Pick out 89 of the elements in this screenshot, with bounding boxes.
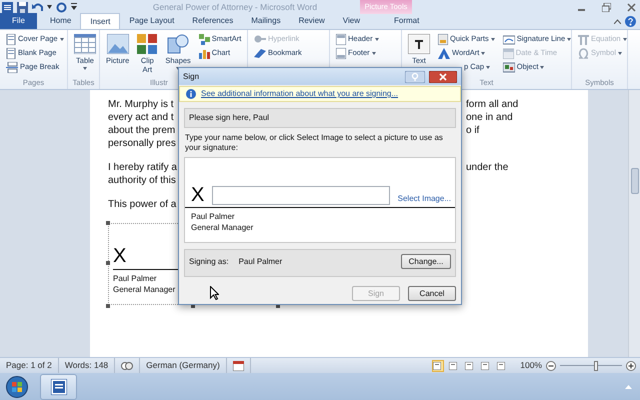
signer-name: Paul Palmer <box>113 274 157 283</box>
view-icon <box>497 362 506 370</box>
word-app-icon[interactable] <box>2 2 13 12</box>
body-text: form all and <box>466 98 518 111</box>
symbol-icon <box>578 48 589 58</box>
mouse-pointer-icon <box>210 286 219 300</box>
close-icon[interactable] <box>429 70 457 82</box>
hyperlink-icon <box>254 34 266 44</box>
vertical-scrollbar[interactable] <box>628 90 640 357</box>
calendar-icon <box>502 48 514 58</box>
body-text: I hereby ratify a <box>108 162 177 173</box>
prompt-text: Type your name below, or click Select Image to select a picture to use as your signature: <box>185 133 443 152</box>
ribbon-tab[interactable]: Mailings <box>242 13 290 29</box>
shapes-icon <box>167 34 190 54</box>
wordart-icon <box>438 48 450 58</box>
page-icon <box>6 34 16 44</box>
page-icon <box>6 48 16 58</box>
save-icon[interactable] <box>17 2 28 12</box>
view-icon <box>481 362 490 370</box>
page-break-icon <box>6 62 18 72</box>
ribbon-tab[interactable]: File <box>0 13 37 29</box>
clip-art-icon <box>137 34 158 54</box>
view-button[interactable] <box>432 360 444 372</box>
body-text: This power of a <box>108 199 176 210</box>
customize-caret-icon[interactable] <box>71 3 77 11</box>
resize-handle[interactable] <box>106 261 110 265</box>
view-icon <box>449 362 458 370</box>
signature-x: X <box>191 185 204 205</box>
bookmark-icon <box>254 48 266 58</box>
ribbon-tab[interactable]: Format <box>385 13 428 29</box>
view-icon <box>433 362 442 370</box>
undo-icon[interactable] <box>32 2 43 12</box>
ribbon-tab[interactable]: Review <box>290 13 334 29</box>
ribbon-tab[interactable]: View <box>334 13 369 29</box>
body-text: Mr. Murphy is t <box>108 99 174 110</box>
select-image-link[interactable]: Select Image... <box>398 193 451 205</box>
body-text: under the <box>466 161 508 174</box>
proofing-icon[interactable] <box>121 360 134 370</box>
ribbon-tab[interactable]: Insert <box>80 13 120 29</box>
dialog-button[interactable]: Change... <box>401 254 451 269</box>
zoom-slider[interactable] <box>560 360 622 370</box>
body-text: o if <box>466 124 480 137</box>
table-icon <box>74 34 96 54</box>
zoom-level: 100% <box>520 359 542 372</box>
resize-handle[interactable] <box>106 221 110 225</box>
dialog-button[interactable]: Cancel <box>408 286 456 301</box>
signing-as-name: Paul Palmer <box>238 256 282 268</box>
zoom-in-icon[interactable] <box>626 360 636 370</box>
footer-icon <box>336 48 346 58</box>
ribbon-tab[interactable]: References <box>183 13 242 29</box>
view-icon <box>465 362 474 370</box>
chart-icon <box>198 48 210 58</box>
word-app-icon <box>50 378 66 394</box>
close-icon[interactable] <box>627 2 636 12</box>
text-box-icon <box>408 34 430 54</box>
body-text: about the prem <box>108 125 176 136</box>
dialog-title: Sign <box>183 70 200 82</box>
signature-name-field[interactable] <box>212 186 390 205</box>
smartart-icon <box>198 34 210 44</box>
header-icon <box>336 34 346 44</box>
picture-icon <box>106 34 129 54</box>
body-text: authority of this <box>108 175 176 186</box>
body-text: one in and <box>466 111 513 124</box>
body-text: every act and t <box>108 112 174 123</box>
body-text: personally pres <box>108 138 176 149</box>
restore-icon[interactable] <box>602 2 611 12</box>
ribbon-tab[interactable]: Page Layout <box>120 13 184 29</box>
slider-thumb[interactable] <box>594 360 598 370</box>
signature-x: X <box>113 245 126 267</box>
signature-line-icon <box>502 34 515 44</box>
caret-icon <box>47 5 52 9</box>
collapse-ribbon-icon[interactable] <box>614 18 621 24</box>
scrollbar-thumb[interactable] <box>631 168 639 194</box>
object-icon <box>502 62 515 72</box>
instruction-text: Please sign here, Paul <box>189 113 270 122</box>
signer-title: General Manager <box>191 223 254 232</box>
equation-icon <box>578 34 589 44</box>
resize-handle[interactable] <box>106 304 110 308</box>
window-title: General Power of Attorney - Microsoft Word <box>152 0 318 14</box>
quick-parts-icon <box>438 34 448 44</box>
start-orb-icon[interactable] <box>6 376 28 398</box>
signer-name: Paul Palmer <box>191 212 235 221</box>
info-icon <box>186 89 196 99</box>
signer-title: General Manager <box>113 285 176 294</box>
signing-as-label: Signing as: <box>189 256 229 268</box>
ribbon-tab[interactable]: Home <box>41 13 80 29</box>
taskbar-button[interactable] <box>40 374 77 400</box>
zoom-out-icon[interactable] <box>546 360 556 370</box>
macro-record-icon[interactable] <box>232 360 244 370</box>
